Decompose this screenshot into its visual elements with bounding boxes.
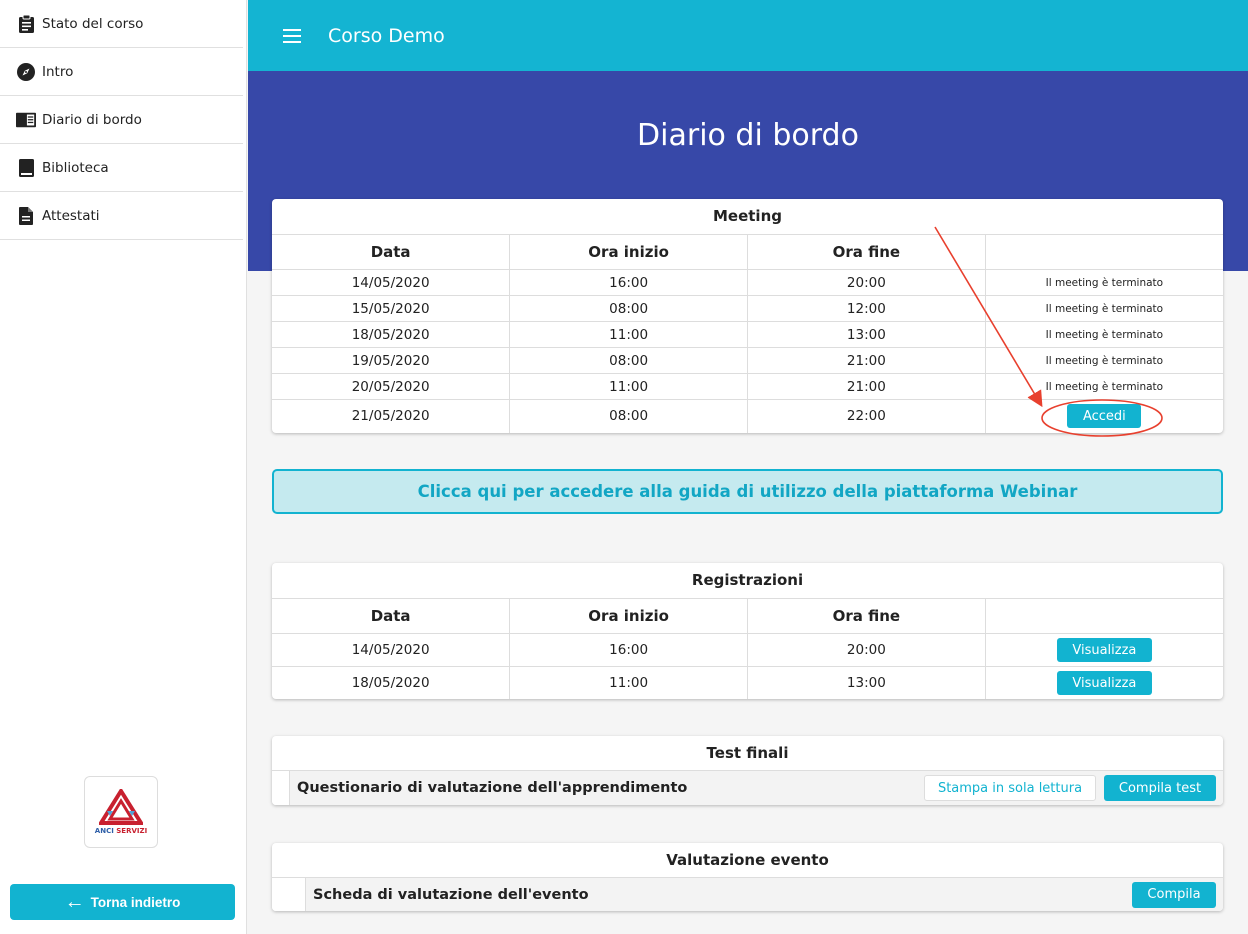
start-cell: 16:00 [509,269,748,296]
table-row: 15/05/2020 08:00 12:00 Il meeting è term… [272,295,1223,322]
start-cell: 11:00 [509,666,748,699]
sidebar-item-diario-di-bordo[interactable]: Diario di bordo [0,96,243,144]
app-title: Corso Demo [328,24,445,47]
start-cell: 08:00 [509,399,748,433]
table-row: 14/05/2020 16:00 20:00 Visualizza [272,633,1223,667]
evaluation-row: Scheda di valutazione dell'evento Compil… [272,877,1223,911]
end-cell: 21:00 [747,373,986,400]
visualizza-button[interactable]: Visualizza [1056,671,1152,696]
anci-servizi-logo: ANCI SERVIZI [84,776,158,848]
table-row: 18/05/2020 11:00 13:00 Il meeting è term… [272,321,1223,348]
compass-icon [16,62,36,82]
webinar-guide-link[interactable]: Clicca qui per accedere alla guida di ut… [272,469,1223,514]
row-spacer [272,878,306,911]
sidebar-item-attestati[interactable]: Attestati [0,192,243,240]
row-spacer [272,771,290,805]
test-row: Questionario di valutazione dell'apprend… [272,770,1223,805]
action-cell: Visualizza [985,666,1223,699]
valutazione-title: Valutazione evento [666,851,829,869]
column-header: Data [272,598,511,634]
end-cell: 13:00 [747,321,986,348]
start-cell: 08:00 [509,295,748,322]
meeting-table: Data Ora inizio Ora fine 14/05/2020 16:0… [272,234,1223,433]
meeting-title: Meeting [712,207,782,225]
date-cell: 19/05/2020 [272,347,511,374]
sidebar-item-label: Stato del corso [42,15,144,32]
end-cell: 12:00 [747,295,986,322]
start-cell: 16:00 [509,633,748,667]
table-row: 18/05/2020 11:00 13:00 Visualizza [272,666,1223,699]
top-bar: Corso Demo [248,0,1248,71]
clipboard-icon [16,14,36,34]
end-cell: 20:00 [747,633,986,667]
valutazione-evento-card: Valutazione evento Scheda di valutazione… [272,843,1223,911]
page-title: Diario di bordo [637,118,859,153]
status-cell: Il meeting è terminato [985,321,1223,348]
action-cell: Accedi [985,399,1223,433]
evaluation-name: Scheda di valutazione dell'evento [313,886,589,903]
table-row: 21/05/2020 08:00 22:00 Accedi [272,399,1223,433]
logo-mark-icon [99,789,143,825]
end-cell: 20:00 [747,269,986,296]
start-cell: 11:00 [509,321,748,348]
book-icon [16,158,36,178]
sidebar-item-label: Attestati [42,207,100,224]
end-cell: 22:00 [747,399,986,433]
meeting-card: Meeting Data Ora inizio Ora fine 14/05/2… [272,199,1223,433]
compila-button[interactable]: Compila [1132,881,1216,908]
sidebar-item-label: Biblioteca [42,159,109,176]
status-cell: Il meeting è terminato [985,269,1223,296]
registrazioni-title: Registrazioni [691,571,804,589]
menu-icon[interactable] [283,28,301,43]
arrow-left-icon: ← [64,891,85,913]
column-header: Ora inizio [509,234,748,270]
end-cell: 21:00 [747,347,986,374]
table-row: 14/05/2020 16:00 20:00 Il meeting è term… [272,269,1223,296]
date-cell: 15/05/2020 [272,295,511,322]
sidebar: Stato del corso Intro Diario di bordo Bi… [0,0,247,934]
document-icon [16,206,36,226]
visualizza-button[interactable]: Visualizza [1056,638,1152,662]
book-open-icon [16,110,36,130]
date-cell: 20/05/2020 [272,373,511,400]
column-header [985,598,1223,634]
column-header: Ora fine [747,234,986,270]
sidebar-item-intro[interactable]: Intro [0,48,243,96]
date-cell: 21/05/2020 [272,399,511,433]
test-finali-title: Test finali [706,744,789,762]
date-cell: 18/05/2020 [272,666,511,699]
status-cell: Il meeting è terminato [985,373,1223,400]
status-cell: Il meeting è terminato [985,295,1223,322]
column-header: Ora fine [747,598,986,634]
start-cell: 11:00 [509,373,748,400]
column-header: Ora inizio [509,598,748,634]
sidebar-item-biblioteca[interactable]: Biblioteca [0,144,243,192]
sidebar-item-label: Diario di bordo [42,111,142,128]
back-button[interactable]: ← Torna indietro [10,884,235,920]
status-cell: Il meeting è terminato [985,347,1223,374]
sidebar-item-label: Intro [42,63,74,80]
compile-test-button[interactable]: Compila test [1104,775,1216,801]
print-readonly-button[interactable]: Stampa in sola lettura [924,775,1096,801]
start-cell: 08:00 [509,347,748,374]
sidebar-item-stato-del-corso[interactable]: Stato del corso [0,0,243,48]
accedi-button[interactable]: Accedi [1067,404,1142,429]
end-cell: 13:00 [747,666,986,699]
table-row: 20/05/2020 11:00 21:00 Il meeting è term… [272,373,1223,400]
action-cell: Visualizza [985,633,1223,667]
column-header: Data [272,234,511,270]
registrazioni-card: Registrazioni Data Ora inizio Ora fine 1… [272,563,1223,699]
date-cell: 14/05/2020 [272,633,511,667]
registrazioni-table: Data Ora inizio Ora fine 14/05/2020 16:0… [272,598,1223,699]
back-button-label: Torna indietro [90,894,181,910]
table-row: 19/05/2020 08:00 21:00 Il meeting è term… [272,347,1223,374]
date-cell: 14/05/2020 [272,269,511,296]
test-name: Questionario di valutazione dell'apprend… [297,780,688,796]
date-cell: 18/05/2020 [272,321,511,348]
column-header [985,234,1223,270]
logo-text: ANCI SERVIZI [94,827,148,835]
test-finali-card: Test finali Questionario di valutazione … [272,736,1223,805]
